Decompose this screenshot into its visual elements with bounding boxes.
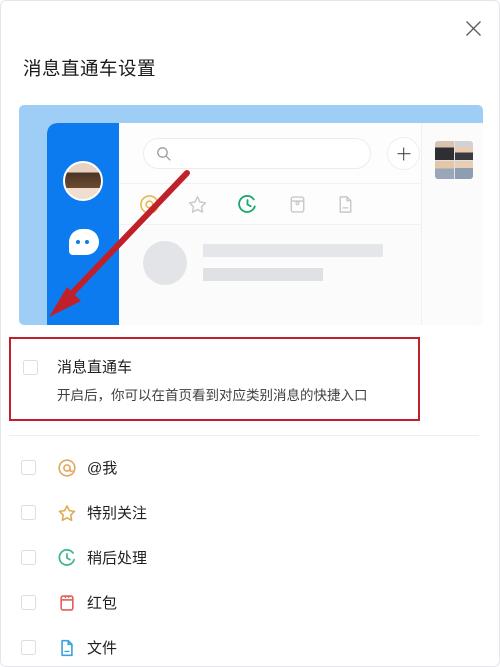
placeholder-avatar: [143, 241, 187, 285]
message-express-checkbox[interactable]: [23, 360, 38, 375]
checkbox-file[interactable]: [21, 640, 36, 655]
checkbox-handle-later[interactable]: [21, 550, 36, 565]
preview-right-panel: [421, 123, 483, 325]
checkbox-red-packet[interactable]: [21, 595, 36, 610]
option-row-special-follow[interactable]: 特别关注: [1, 490, 499, 535]
chat-bubble-icon: [69, 229, 99, 255]
option-row-red-packet[interactable]: 红包: [1, 580, 499, 625]
message-express-title: 消息直通车: [57, 359, 133, 376]
star-icon: [187, 194, 208, 215]
group-avatar-icon: [435, 141, 473, 179]
message-express-option-highlighted[interactable]: 消息直通车 开启后，你可以在首页看到对应类别消息的快捷入口: [9, 337, 420, 421]
message-express-settings-dialog: 消息直通车设置 消息直通车 开启后，你可以在首页看到对应类别消息的快捷入口 @我…: [0, 0, 500, 667]
clock-later-icon: [57, 548, 77, 568]
option-label: 红包: [87, 595, 118, 612]
preview-app-window: •••: [47, 123, 483, 325]
placeholder-line-2: [203, 268, 323, 281]
preview-main-panel: •••: [119, 123, 483, 325]
red-packet-icon: [287, 194, 308, 215]
file-icon: [335, 194, 356, 215]
checkbox-at-me[interactable]: [21, 460, 36, 475]
option-label: 稍后处理: [87, 550, 148, 567]
at-icon: [57, 458, 77, 478]
message-express-description: 开启后，你可以在首页看到对应类别消息的快捷入口: [57, 388, 368, 403]
close-icon: [465, 20, 482, 37]
category-option-list: @我 特别关注 稍后处理 红包 文件: [1, 445, 499, 666]
star-icon: [57, 503, 77, 523]
option-label: @我: [87, 460, 118, 477]
close-button[interactable]: [460, 15, 486, 41]
at-icon: [139, 194, 160, 215]
option-label: 文件: [87, 640, 118, 657]
clock-later-icon: [237, 194, 258, 215]
file-icon: [57, 638, 77, 658]
option-label: 特别关注: [87, 505, 148, 522]
option-row-file[interactable]: 文件: [1, 625, 499, 666]
option-row-at-me[interactable]: @我: [1, 445, 499, 490]
placeholder-line-1: [203, 244, 383, 257]
checkbox-special-follow[interactable]: [21, 505, 36, 520]
search-input: [143, 138, 371, 169]
section-divider: [9, 435, 479, 436]
red-packet-icon: [57, 593, 77, 613]
user-avatar-icon: [63, 161, 103, 201]
preview-sidebar: [47, 123, 119, 325]
page-title: 消息直通车设置: [23, 58, 157, 79]
message-express-preview: •••: [19, 105, 483, 325]
option-row-handle-later[interactable]: 稍后处理: [1, 535, 499, 580]
add-button: [387, 137, 420, 170]
